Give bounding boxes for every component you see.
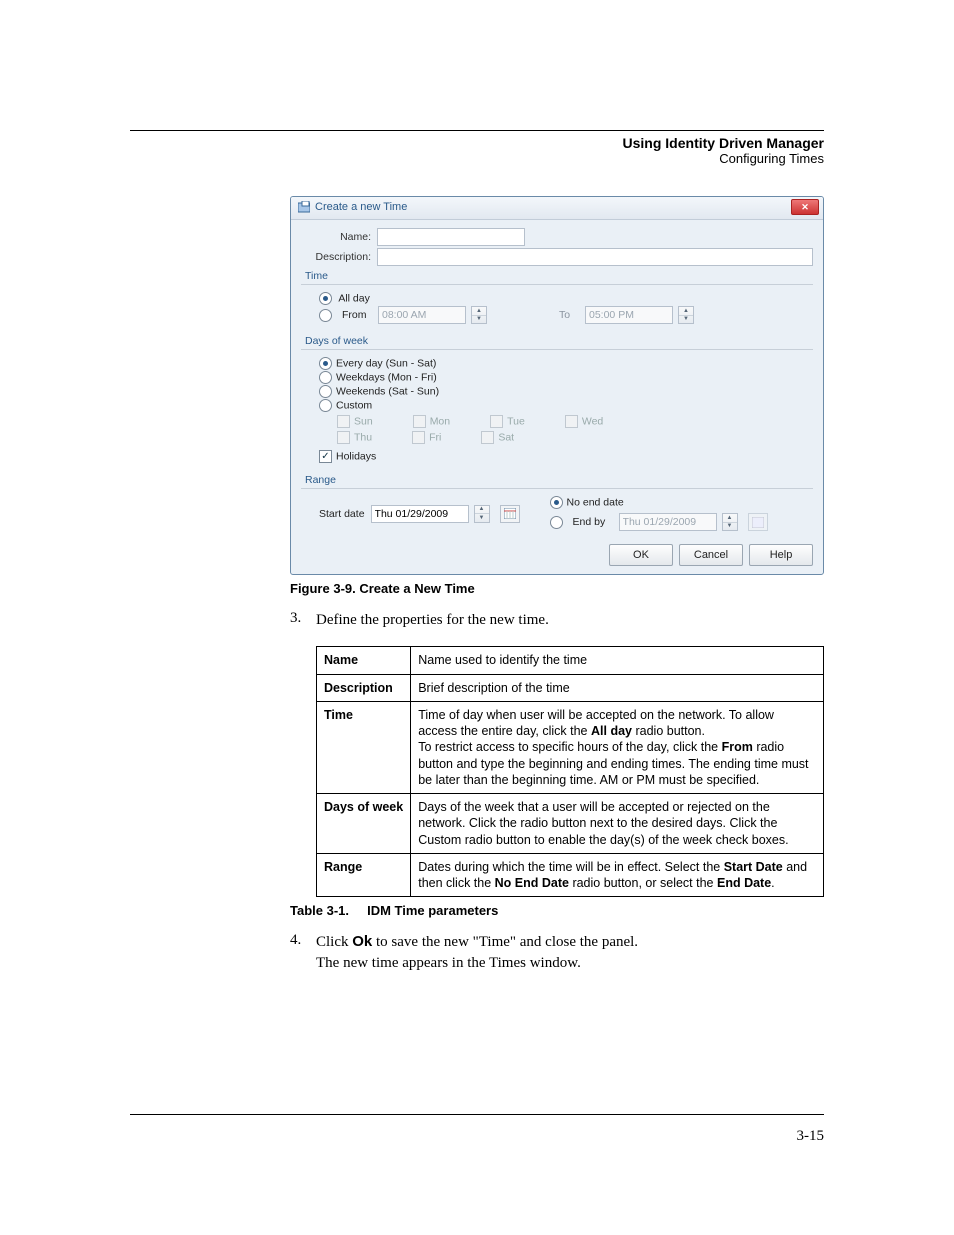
end-by-field[interactable] [619, 513, 717, 531]
all-day-radio[interactable] [319, 292, 332, 305]
header-rule [130, 130, 824, 131]
end-by-spinner[interactable]: ▲▼ [722, 513, 738, 531]
step-3: 3. Define the properties for the new tim… [290, 610, 824, 630]
figure-caption: Figure 3-9. Create a New Time [290, 581, 824, 596]
range-section-label: Range [305, 474, 813, 486]
page-header: Using Identity Driven Manager Configurin… [130, 135, 824, 166]
custom-radio[interactable] [319, 399, 332, 412]
to-time-field[interactable] [585, 306, 673, 324]
table-row-name: Range [317, 853, 411, 897]
fri-label: Fri [429, 431, 441, 443]
start-date-spinner[interactable]: ▲▼ [474, 505, 490, 523]
properties-table: NameName used to identify the timeDescri… [316, 646, 824, 897]
from-time-field[interactable] [378, 306, 466, 324]
no-end-radio[interactable] [550, 496, 563, 509]
step-4-line1-bold: Ok [352, 933, 372, 950]
table-row-name: Time [317, 701, 411, 793]
sat-label: Sat [498, 431, 514, 443]
holidays-check[interactable] [319, 450, 332, 463]
to-label: To [559, 309, 579, 321]
from-spinner[interactable]: ▲▼ [471, 306, 487, 324]
step-3-number: 3. [290, 610, 316, 630]
page-number: 3-15 [797, 1128, 825, 1145]
sun-check [337, 415, 350, 428]
start-date-field[interactable] [371, 505, 469, 523]
thu-label: Thu [354, 431, 372, 443]
from-label: From [342, 309, 372, 321]
custom-label: Custom [336, 399, 372, 411]
tue-check [490, 415, 503, 428]
days-section-label: Days of week [305, 335, 813, 347]
step-4-number: 4. [290, 932, 316, 973]
create-time-dialog: Create a new Time ✕ Name: Description: T… [290, 196, 824, 575]
table-row-desc: Name used to identify the time [411, 647, 824, 674]
from-radio[interactable] [319, 309, 332, 322]
weekends-radio[interactable] [319, 385, 332, 398]
sat-check [481, 431, 494, 444]
tue-label: Tue [507, 415, 525, 427]
calendar-icon-disabled [748, 513, 768, 531]
name-field[interactable] [377, 228, 525, 246]
fri-check [412, 431, 425, 444]
sun-label: Sun [354, 415, 373, 427]
calendar-icon[interactable] [500, 505, 520, 523]
holidays-label: Holidays [336, 450, 376, 462]
dialog-titlebar: Create a new Time ✕ [291, 197, 823, 220]
end-by-label: End by [573, 516, 613, 528]
table-row-desc: Time of day when user will be accepted o… [411, 701, 824, 793]
dialog-icon [297, 200, 311, 214]
step-3-text: Define the properties for the new time. [316, 610, 824, 630]
mon-check [413, 415, 426, 428]
table-caption: Table 3-1. IDM Time parameters [290, 903, 824, 918]
weekends-label: Weekends (Sat - Sun) [336, 385, 439, 397]
weekdays-radio[interactable] [319, 371, 332, 384]
close-icon[interactable]: ✕ [791, 199, 819, 215]
description-label: Description: [301, 251, 377, 263]
start-date-label: Start date [319, 508, 365, 520]
cancel-button[interactable]: Cancel [679, 544, 743, 566]
table-row-desc: Dates during which the time will be in e… [411, 853, 824, 897]
end-by-radio[interactable] [550, 516, 563, 529]
thu-check [337, 431, 350, 444]
table-caption-title: IDM Time parameters [367, 903, 498, 918]
to-spinner[interactable]: ▲▼ [678, 306, 694, 324]
header-title: Using Identity Driven Manager [130, 135, 824, 151]
every-day-radio[interactable] [319, 357, 332, 370]
mon-label: Mon [430, 415, 450, 427]
name-label: Name: [301, 231, 377, 243]
no-end-label: No end date [567, 496, 624, 508]
wed-check [565, 415, 578, 428]
step-4: 4. Click Ok to save the new "Time" and c… [290, 932, 824, 973]
table-row-name: Description [317, 674, 411, 701]
dialog-title-text: Create a new Time [315, 201, 407, 213]
table-row-name: Name [317, 647, 411, 674]
step-4-line1-pre: Click [316, 934, 352, 950]
all-day-label: All day [338, 292, 370, 304]
footer-rule [130, 1114, 824, 1115]
table-row-desc: Brief description of the time [411, 674, 824, 701]
time-section-label: Time [305, 270, 813, 282]
header-subtitle: Configuring Times [130, 151, 824, 166]
step-4-line2: The new time appears in the Times window… [316, 955, 581, 971]
every-day-label: Every day (Sun - Sat) [336, 357, 436, 369]
step-4-line1-post: to save the new "Time" and close the pan… [372, 934, 638, 950]
table-row-desc: Days of the week that a user will be acc… [411, 794, 824, 854]
ok-button[interactable]: OK [609, 544, 673, 566]
weekdays-label: Weekdays (Mon - Fri) [336, 371, 437, 383]
wed-label: Wed [582, 415, 603, 427]
table-row-name: Days of week [317, 794, 411, 854]
table-caption-num: Table 3-1. [290, 903, 349, 918]
description-field[interactable] [377, 248, 813, 266]
help-button[interactable]: Help [749, 544, 813, 566]
